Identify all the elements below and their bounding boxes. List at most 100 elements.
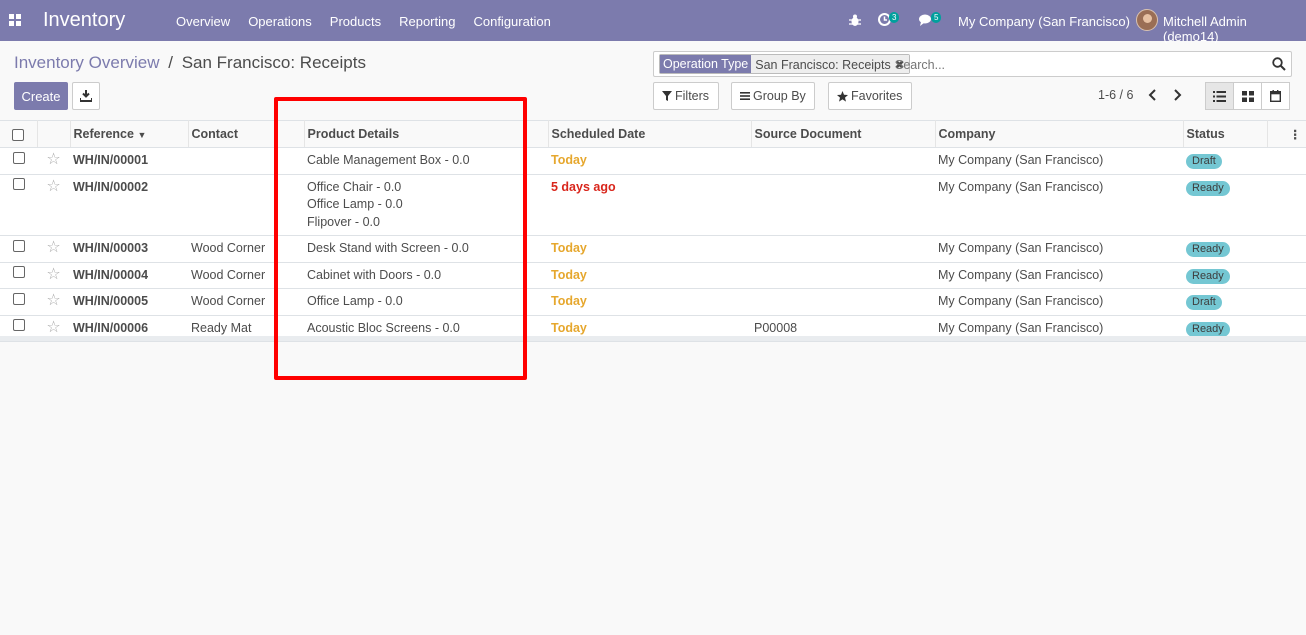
cell-reference: WH/IN/00001	[70, 147, 188, 175]
cell-status: Draft	[1183, 288, 1267, 316]
status-badge: Ready	[1186, 242, 1230, 257]
kanban-view-button[interactable]	[1233, 82, 1262, 110]
column-header-scheduled-date[interactable]: Scheduled Date	[548, 120, 752, 148]
main-menu: Overview Operations Products Reporting C…	[176, 14, 569, 29]
calendar-view-button[interactable]	[1261, 82, 1290, 110]
pager-next-icon[interactable]	[1173, 89, 1182, 101]
row-spacer	[1267, 174, 1306, 236]
cell-company: My Company (San Francisco)	[935, 147, 1183, 175]
row-spacer	[1267, 288, 1306, 316]
column-header-company[interactable]: Company	[935, 120, 1184, 148]
priority-star-icon[interactable]: ☆	[37, 174, 70, 236]
cell-company: My Company (San Francisco)	[935, 288, 1183, 316]
row-checkbox[interactable]	[0, 174, 37, 236]
cell-reference: WH/IN/00002	[70, 174, 188, 236]
table-header: Reference ▼ Contact Product Details Sche…	[0, 120, 1306, 148]
cell-scheduled-date: Today	[548, 235, 751, 263]
favorites-button[interactable]: Favorites	[828, 82, 912, 110]
cell-status: Ready	[1183, 262, 1267, 289]
cell-reference: WH/IN/00004	[70, 262, 188, 289]
row-spacer	[1267, 262, 1306, 289]
cell-scheduled-date: Today	[548, 288, 751, 316]
table-row[interactable]: ☆ WH/IN/00003 Wood Corner Desk Stand wit…	[0, 235, 1306, 263]
company-switcher[interactable]: My Company (San Francisco)	[958, 14, 1130, 29]
cell-status: Ready	[1183, 174, 1267, 236]
list-view-icon	[1213, 90, 1226, 102]
search-input[interactable]	[895, 56, 1265, 74]
user-menu[interactable]: Mitchell Admin (demo14)	[1163, 14, 1306, 44]
breadcrumb: Inventory Overview / San Francisco: Rece…	[14, 53, 366, 73]
table-row[interactable]: ☆ WH/IN/00004 Wood Corner Cabinet with D…	[0, 262, 1306, 289]
status-badge: Ready	[1186, 321, 1230, 337]
message-count-badge: 5	[931, 12, 942, 23]
top-navbar: Inventory Overview Operations Products R…	[0, 0, 1306, 44]
row-checkbox[interactable]	[0, 288, 37, 316]
table-row[interactable]: ☆ WH/IN/00001 Cable Management Box - 0.0…	[0, 147, 1306, 175]
breadcrumb-separator: /	[168, 53, 173, 72]
cell-scheduled-date: Today	[548, 147, 751, 175]
table-row[interactable]: ☆ WH/IN/00005 Wood Corner Office Lamp - …	[0, 288, 1306, 316]
cell-scheduled-date: 5 days ago	[548, 174, 751, 236]
groupby-button[interactable]: Group By	[731, 82, 815, 110]
bug-icon[interactable]	[849, 14, 861, 27]
menu-configuration[interactable]: Configuration	[473, 14, 550, 29]
search-facet: Operation Type San Francisco: Receipts ✖	[659, 54, 910, 74]
select-all-checkbox[interactable]	[0, 120, 38, 148]
menu-products[interactable]: Products	[330, 14, 381, 29]
search-bar: Operation Type San Francisco: Receipts ✖	[653, 51, 1292, 77]
pager-previous-icon[interactable]	[1148, 89, 1157, 101]
breadcrumb-current: San Francisco: Receipts	[181, 53, 366, 72]
cell-status: Ready	[1183, 235, 1267, 263]
calendar-view-icon	[1270, 90, 1281, 102]
row-spacer	[1267, 147, 1306, 175]
star-icon	[837, 90, 848, 102]
status-badge: Draft	[1186, 154, 1222, 169]
status-badge: Draft	[1186, 295, 1222, 310]
product-details-highlight-box	[274, 97, 527, 380]
column-header-source-document[interactable]: Source Document	[751, 120, 936, 148]
download-icon	[80, 90, 92, 102]
menu-reporting[interactable]: Reporting	[399, 14, 455, 29]
column-header-reference[interactable]: Reference ▼	[70, 120, 189, 148]
row-checkbox[interactable]	[0, 147, 37, 175]
status-badge: Ready	[1186, 268, 1230, 284]
priority-star-icon[interactable]: ☆	[37, 235, 70, 263]
facet-value: San Francisco: Receipts ✖	[751, 55, 909, 73]
search-icon[interactable]	[1272, 57, 1286, 71]
column-header-status[interactable]: Status	[1183, 120, 1268, 148]
filter-icon	[662, 91, 672, 101]
sort-desc-icon: ▼	[137, 130, 147, 140]
list-view-button[interactable]	[1205, 82, 1234, 110]
cell-scheduled-date: Today	[548, 262, 751, 289]
cell-company: My Company (San Francisco)	[935, 174, 1183, 236]
user-avatar[interactable]	[1136, 9, 1158, 31]
menu-operations[interactable]: Operations	[248, 14, 312, 29]
pager-range[interactable]: 1-6 / 6	[1098, 88, 1133, 102]
filters-button[interactable]: Filters	[653, 82, 719, 110]
list-lines-icon	[740, 92, 750, 100]
table-row[interactable]: ☆ WH/IN/00002 Office Chair - 0.0 Office L…	[0, 174, 1306, 236]
menu-overview[interactable]: Overview	[176, 14, 230, 29]
cell-company: My Company (San Francisco)	[935, 262, 1183, 289]
breadcrumb-parent[interactable]: Inventory Overview	[14, 53, 160, 72]
cell-reference: WH/IN/00005	[70, 288, 188, 316]
apps-menu-icon[interactable]	[9, 14, 21, 26]
priority-star-icon[interactable]: ☆	[37, 147, 70, 175]
priority-star-icon[interactable]: ☆	[37, 262, 70, 289]
create-button[interactable]: Create	[14, 82, 68, 110]
download-button[interactable]	[72, 82, 100, 110]
cell-source-document	[751, 262, 935, 289]
row-checkbox[interactable]	[0, 235, 37, 263]
app-brand[interactable]: Inventory	[43, 9, 125, 32]
activity-count-badge: 3	[889, 12, 900, 23]
cell-status: Draft	[1183, 147, 1267, 175]
status-badge: Ready	[1186, 180, 1230, 196]
priority-star-icon[interactable]: ☆	[37, 288, 70, 316]
cell-source-document	[751, 174, 935, 236]
list-footer	[0, 336, 1306, 341]
row-spacer	[1267, 235, 1306, 263]
cell-reference: WH/IN/00003	[70, 235, 188, 263]
row-checkbox[interactable]	[0, 262, 37, 289]
cell-company: My Company (San Francisco)	[935, 235, 1183, 263]
optional-columns-toggle[interactable]: ⋮	[1267, 120, 1306, 148]
